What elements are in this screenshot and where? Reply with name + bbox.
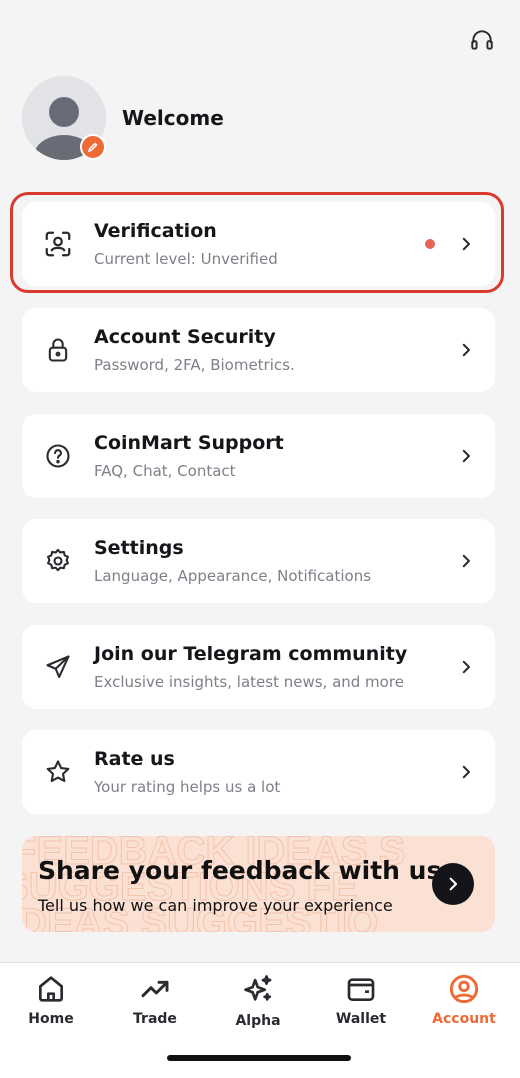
menu-item-account-security[interactable]: Account Security Password, 2FA, Biometri… bbox=[22, 308, 495, 392]
nav-label: Wallet bbox=[335, 1011, 387, 1027]
menu-item-settings[interactable]: Settings Language, Appearance, Notificat… bbox=[22, 519, 495, 603]
headset-icon bbox=[471, 30, 493, 50]
menu-item-subtitle: Your rating helps us a lot bbox=[94, 778, 281, 796]
trend-up-icon bbox=[141, 980, 169, 998]
feedback-subtitle: Tell us how we can improve your experien… bbox=[38, 896, 393, 915]
alert-dot bbox=[425, 239, 435, 249]
chevron-right-icon bbox=[462, 554, 470, 568]
nav-label: Home bbox=[28, 1011, 74, 1027]
menu-item-title: Verification bbox=[94, 220, 217, 242]
nav-trade[interactable]: Trade bbox=[110, 973, 200, 1027]
chevron-right-icon bbox=[462, 660, 470, 674]
lock-icon bbox=[48, 338, 68, 362]
face-scan-icon bbox=[45, 231, 71, 257]
nav-alpha[interactable]: Alpha bbox=[213, 973, 303, 1029]
chevron-right-icon bbox=[462, 237, 470, 251]
nav-account[interactable]: Account bbox=[419, 973, 509, 1027]
menu-item-title: CoinMart Support bbox=[94, 432, 284, 454]
menu-item-subtitle: FAQ, Chat, Contact bbox=[94, 462, 236, 480]
home-indicator bbox=[167, 1055, 351, 1061]
menu-item-title: Account Security bbox=[94, 326, 276, 348]
wallet-icon bbox=[347, 978, 375, 1001]
profile-header: Welcome bbox=[22, 76, 224, 160]
gear-icon bbox=[47, 548, 69, 572]
menu-item-title: Rate us bbox=[94, 748, 175, 770]
menu-item-subtitle: Exclusive insights, latest news, and mor… bbox=[94, 673, 404, 691]
menu-item-title: Join our Telegram community bbox=[94, 643, 408, 665]
menu-item-subtitle: Language, Appearance, Notifications bbox=[94, 567, 372, 585]
send-icon bbox=[46, 655, 70, 678]
nav-home[interactable]: Home bbox=[6, 973, 96, 1027]
feedback-title: Share your feedback with us bbox=[38, 856, 442, 885]
home-icon bbox=[39, 976, 63, 1002]
star-icon bbox=[46, 760, 70, 783]
chevron-right-icon bbox=[449, 877, 458, 891]
feedback-banner[interactable]: FEEDBACK IDEAS S SUGGESTIONS FE IDEAS SU… bbox=[22, 836, 495, 932]
chevron-right-icon bbox=[462, 765, 470, 779]
chevron-right-icon bbox=[462, 449, 470, 463]
pencil-icon bbox=[87, 142, 98, 153]
feedback-go-button[interactable] bbox=[432, 863, 474, 905]
nav-label: Trade bbox=[133, 1011, 177, 1027]
menu-item-coinmart-support[interactable]: CoinMart Support FAQ, Chat, Contact bbox=[22, 414, 495, 498]
account-icon bbox=[449, 974, 479, 1004]
nav-label: Account bbox=[432, 1011, 496, 1027]
sparkle-icon bbox=[244, 975, 272, 1001]
menu-item-subtitle: Current level: Unverified bbox=[94, 250, 278, 268]
menu-item-rate-us[interactable]: Rate us Your rating helps us a lot bbox=[22, 730, 495, 814]
support-button[interactable] bbox=[466, 24, 498, 56]
chevron-right-icon bbox=[462, 343, 470, 357]
welcome-text: Welcome bbox=[122, 106, 224, 130]
nav-label: Alpha bbox=[235, 1013, 281, 1029]
menu-item-subtitle: Password, 2FA, Biometrics. bbox=[94, 356, 295, 374]
nav-wallet[interactable]: Wallet bbox=[316, 973, 406, 1027]
menu-item-telegram[interactable]: Join our Telegram community Exclusive in… bbox=[22, 625, 495, 709]
edit-avatar-button[interactable] bbox=[80, 134, 106, 160]
menu-item-verification[interactable]: Verification Current level: Unverified bbox=[22, 202, 495, 286]
menu-item-title: Settings bbox=[94, 537, 184, 559]
help-circle-icon bbox=[46, 444, 70, 468]
